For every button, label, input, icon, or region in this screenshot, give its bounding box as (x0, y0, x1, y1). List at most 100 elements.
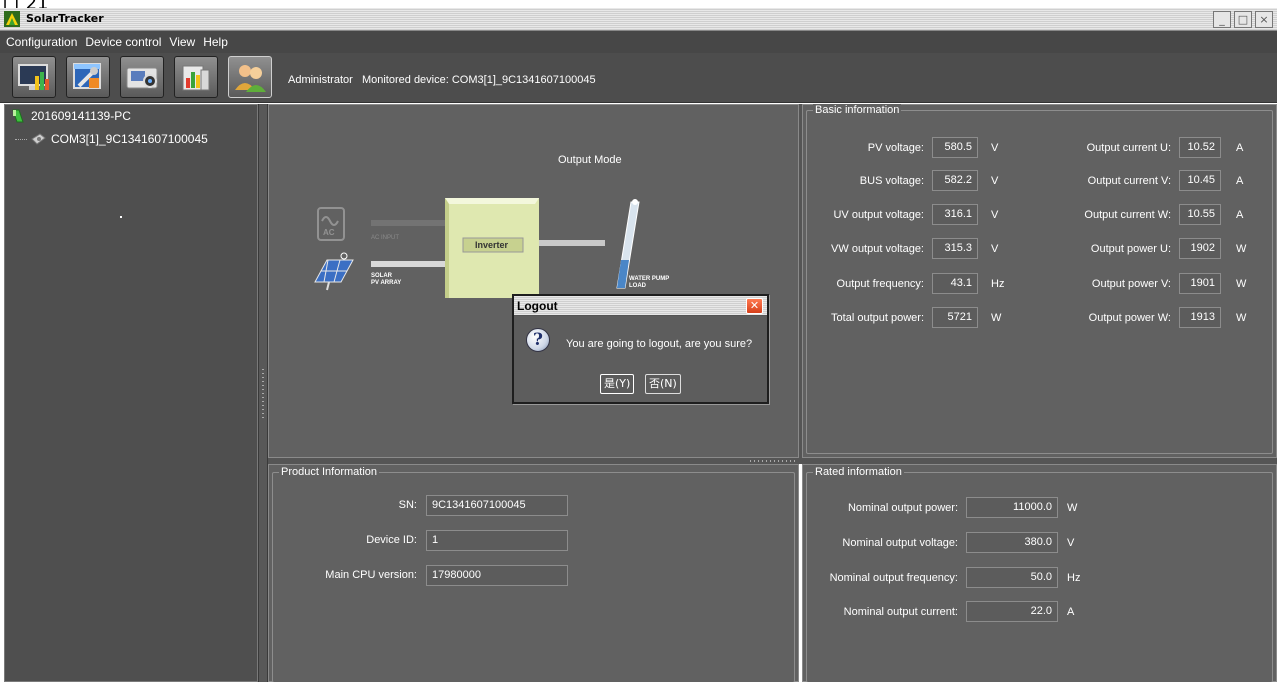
tree-device-label: COM3[1]_9C1341607100045 (51, 132, 208, 146)
splitter-grip-h (750, 460, 796, 462)
total-output-power-value: 5721 (932, 307, 978, 328)
output-power-w-value: 1913 (1179, 307, 1221, 328)
nominal-output-frequency-unit: Hz (1067, 572, 1081, 584)
bus-voltage-value: 582.2 (932, 170, 978, 191)
menu-bar: Configuration Device control View Help (0, 31, 1277, 53)
water-pump-icon: WATER PUMP LOAD (616, 199, 669, 289)
window-title: SolarTracker (26, 12, 104, 25)
minimize-button[interactable]: _ (1213, 11, 1231, 28)
monitor-button[interactable] (12, 56, 56, 98)
user-management-button[interactable] (228, 56, 272, 98)
inverter-label: Inverter (475, 240, 509, 250)
output-frequency-value: 43.1 (932, 273, 978, 294)
pv-voltage-label: PV voltage: (867, 142, 924, 154)
uv-output-voltage-label: UV output voltage: (833, 209, 924, 221)
output-power-v-label: Output power V: (1091, 278, 1171, 290)
stray-dot (120, 216, 122, 218)
user-role: Administrator (288, 74, 353, 86)
tools-button[interactable] (66, 56, 110, 98)
tree-connector (15, 138, 27, 140)
pv-voltage-unit: V (991, 142, 999, 154)
logout-message: You are going to logout, are you sure? (566, 338, 753, 350)
nominal-output-voltage-label: Nominal output voltage: (842, 537, 958, 549)
output-power-w-unit: W (1236, 312, 1247, 324)
solar-label-1: SOLAR (371, 273, 393, 279)
nominal-output-power-unit: W (1067, 502, 1078, 514)
output-power-u-value: 1902 (1179, 238, 1221, 259)
ac-input-label: AC INPUT (371, 235, 399, 241)
pump-label-2: LOAD (629, 283, 647, 289)
menu-view[interactable]: View (169, 35, 195, 49)
total-output-power-label: Total output power: (831, 312, 924, 324)
menu-help[interactable]: Help (203, 35, 228, 49)
output-power-u-unit: W (1236, 243, 1247, 255)
vw-output-voltage-unit: V (991, 243, 999, 255)
output-mode-panel: Output Mode AC AC INPUT SOLAR PV ARRAY I… (268, 104, 799, 458)
product-info-title: Product Information (279, 466, 379, 478)
monitor-chart-icon (18, 64, 49, 90)
logout-dialog-titlebar[interactable]: Logout ✕ (514, 296, 767, 316)
nominal-output-voltage-unit: V (1067, 537, 1075, 549)
dialog-close-icon[interactable]: ✕ (746, 298, 763, 314)
inverter-icon: Inverter (445, 198, 539, 298)
nominal-output-frequency-value: 50.0 (966, 567, 1058, 588)
maximize-button[interactable]: □ (1234, 11, 1252, 28)
total-output-power-unit: W (991, 312, 1002, 324)
output-bar (539, 240, 605, 246)
camera-button[interactable] (120, 56, 164, 98)
menu-configuration[interactable]: Configuration (6, 35, 77, 49)
device-id-label: Device ID: (366, 534, 417, 546)
rated-info-title: Rated information (813, 466, 904, 478)
output-current-v-value: 10.45 (1179, 170, 1221, 191)
output-frequency-unit: Hz (991, 278, 1005, 290)
users-icon (235, 65, 266, 92)
menu-device-control[interactable]: Device control (85, 35, 161, 49)
logout-dialog: Logout ✕ ? You are going to logout, are … (512, 294, 769, 404)
pc-icon (12, 109, 24, 123)
output-current-w-value: 10.55 (1179, 204, 1221, 225)
output-current-v-unit: A (1236, 175, 1244, 187)
output-current-w-label: Output current W: (1084, 209, 1171, 221)
vertical-splitter[interactable] (258, 104, 268, 682)
uv-output-voltage-unit: V (991, 209, 999, 221)
main-cpu-version-label: Main CPU version: (325, 569, 417, 581)
monitored-label: Monitored device: (361, 74, 449, 86)
no-button[interactable]: 否(N) (645, 374, 681, 394)
logout-dialog-title: Logout (517, 299, 558, 313)
output-frequency-label: Output frequency: (836, 278, 924, 290)
top-strip: | | 21 (0, 0, 1277, 8)
ac-input-icon: AC AC INPUT (317, 207, 445, 241)
ac-label: AC (323, 228, 335, 237)
serial-port-icon (31, 133, 46, 145)
output-current-v-label: Output current V: (1087, 175, 1171, 187)
yes-button[interactable]: 是(Y) (600, 374, 635, 394)
solar-panel-icon: SOLAR PV ARRAY (314, 252, 445, 291)
monitored-device: COM3[1]_9C1341607100045 (451, 74, 596, 86)
output-mode-title: Output Mode (558, 154, 622, 166)
basic-info-title: Basic information (813, 104, 902, 116)
uv-output-voltage-value: 316.1 (932, 204, 978, 225)
output-power-v-unit: W (1236, 278, 1247, 290)
splitter-grip (262, 369, 264, 421)
vw-output-voltage-value: 315.3 (932, 238, 978, 259)
close-button[interactable]: × (1255, 11, 1273, 28)
nominal-output-current-value: 22.0 (966, 601, 1058, 622)
tree-root-pc[interactable]: 201609141139-PC (11, 109, 131, 123)
toolbar: Administrator Monitored device: COM3[1]_… (0, 53, 1277, 103)
tools-settings-icon (73, 63, 101, 89)
output-power-v-value: 1901 (1179, 273, 1221, 294)
nominal-output-frequency-label: Nominal output frequency: (829, 572, 958, 584)
device-tree: 201609141139-PC COM3[1]_9C1341607100045 (4, 104, 258, 682)
vw-output-voltage-label: VW output voltage: (831, 243, 924, 255)
window-titlebar: SolarTracker _ □ × (0, 8, 1277, 31)
camera-icon (126, 67, 158, 89)
main-cpu-version-value: 17980000 (426, 565, 568, 586)
question-icon: ? (526, 328, 550, 352)
tree-device[interactable]: COM3[1]_9C1341607100045 (15, 132, 208, 146)
output-current-w-unit: A (1236, 209, 1244, 221)
pump-label-1: WATER PUMP (629, 276, 669, 282)
data-analysis-button[interactable] (174, 56, 218, 98)
tree-root-label: 201609141139-PC (31, 109, 131, 123)
session-info: Administrator Monitored device: COM3[1]_… (288, 74, 596, 86)
nominal-output-current-label: Nominal output current: (843, 606, 958, 618)
